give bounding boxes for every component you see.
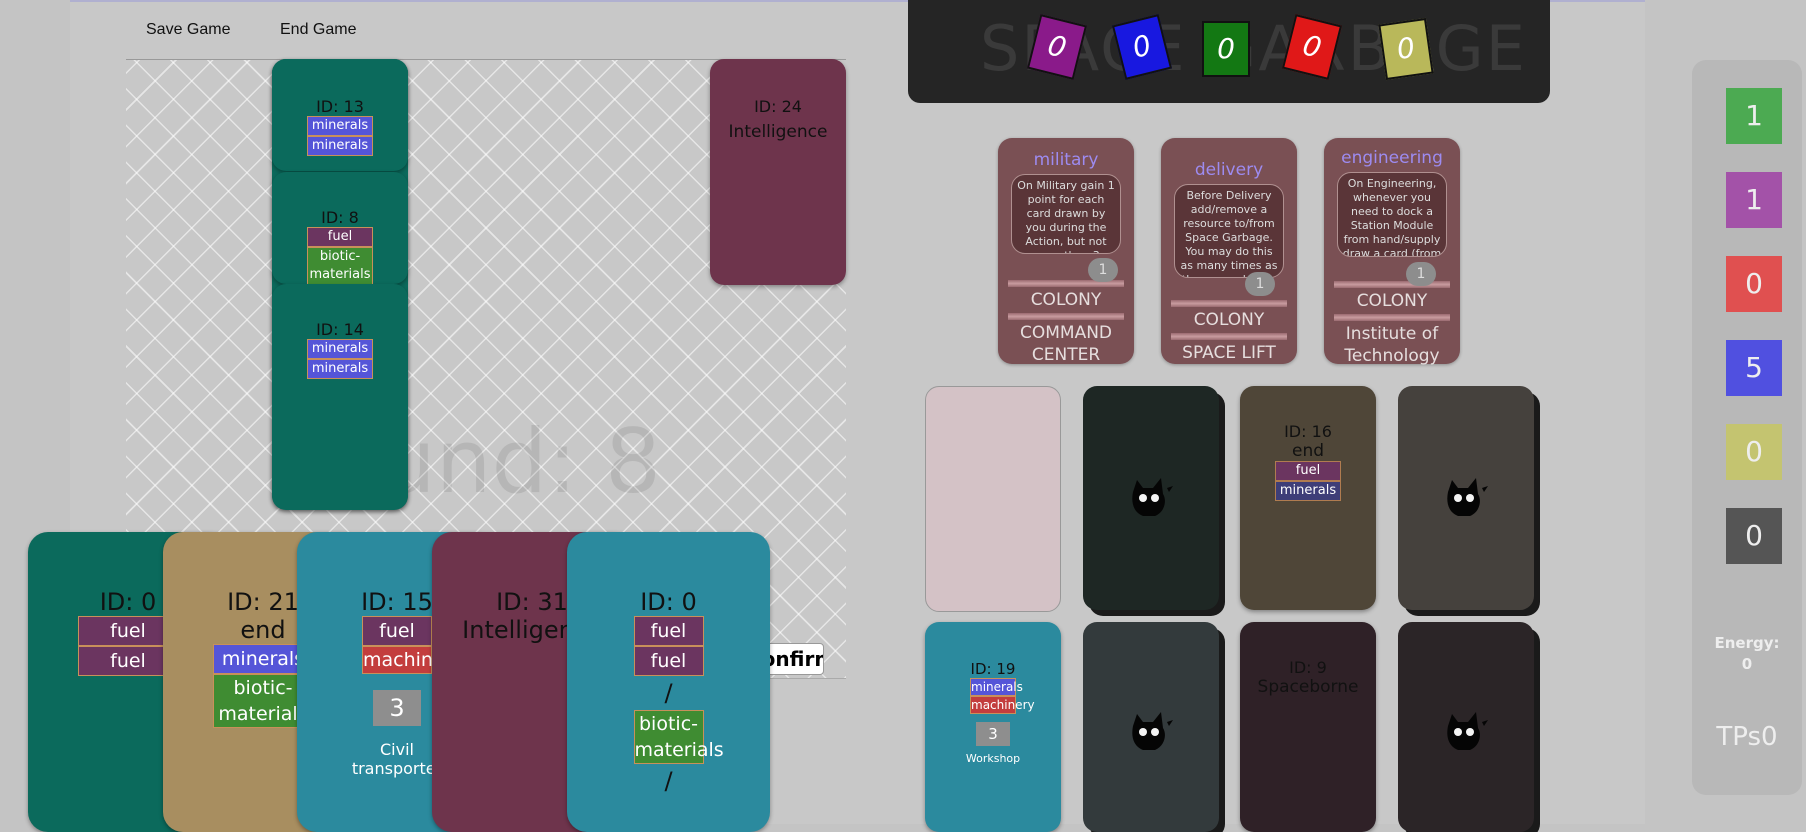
resource-minerals: minerals: [307, 136, 373, 156]
action-count-badge: 1: [1406, 262, 1436, 286]
card-id: ID: 0: [640, 588, 697, 616]
board-card-8[interactable]: ID: 8 fuel biotic-materials: [272, 172, 408, 284]
resource-biotic: biotic-materials: [307, 247, 373, 284]
supply-card-19[interactable]: ID: 19 minerals machinery 3 Workshop: [925, 622, 1061, 832]
colony-label: COLONY: [1356, 291, 1428, 311]
resource-machinery: machinery: [970, 696, 1035, 714]
colony-name: Institute of: [1345, 324, 1439, 344]
deck-pile[interactable]: [1398, 386, 1534, 610]
hand-card-0b[interactable]: ID: 0 fuel fuel / biotic-materials /: [567, 532, 770, 832]
card-name: Intelligence: [728, 122, 828, 142]
board-card-13[interactable]: ID: 13 minerals minerals: [272, 59, 408, 171]
divider: [1171, 333, 1287, 340]
cat-icon: [1438, 704, 1494, 760]
card-name: Spaceborne: [1257, 677, 1359, 697]
cost-badge: 3: [373, 690, 421, 726]
score-black: 0: [1726, 508, 1782, 564]
cat-icon: [1123, 470, 1179, 526]
deck-pile[interactable]: [1398, 622, 1534, 832]
resource-fuel: fuel: [633, 646, 704, 676]
card-name: end: [1291, 441, 1325, 461]
deck-pile[interactable]: [1083, 386, 1219, 610]
card-id: ID: 16: [1284, 422, 1332, 441]
resource-separator: /: [664, 767, 673, 795]
card-name: Workshop: [965, 752, 1021, 765]
action-count-badge: 1: [1245, 272, 1275, 296]
card-id: ID: 13: [316, 97, 364, 116]
action-name: military: [1033, 150, 1099, 170]
resource-biotic: biotic-materials: [633, 710, 724, 764]
energy-label: Energy:: [1714, 634, 1780, 652]
card-id: ID: 9: [1289, 658, 1327, 677]
supply-card-16[interactable]: ID: 16 end fuel minerals: [1240, 386, 1376, 610]
card-id: ID: 19: [970, 660, 1016, 678]
card-id: ID: 24: [754, 97, 802, 116]
action-count-badge: 1: [1088, 258, 1118, 282]
board-card-14[interactable]: ID: 14 minerals minerals: [272, 284, 408, 510]
resource-minerals: minerals: [970, 678, 1023, 696]
supply-card-9[interactable]: ID: 9 Spaceborne: [1240, 622, 1376, 832]
divider: [1334, 314, 1450, 321]
resource-fuel: fuel: [362, 616, 432, 646]
action-description: On Engineering, whenever you need to doc…: [1337, 172, 1447, 257]
colony-label: COLONY: [1030, 290, 1102, 310]
score-yellow: 0: [1726, 424, 1782, 480]
cat-icon: [1123, 704, 1179, 760]
action-name: engineering: [1341, 148, 1443, 168]
save-game-button[interactable]: Save Game: [140, 20, 236, 40]
round-indicator: und: 8: [380, 410, 662, 513]
action-description: On Military gain 1 point for each card d…: [1011, 174, 1121, 254]
resource-minerals: minerals: [307, 359, 373, 379]
action-name: delivery: [1194, 160, 1264, 180]
action-card-delivery[interactable]: delivery Before Delivery add/remove a re…: [1161, 138, 1297, 364]
resource-minerals: minerals: [1275, 481, 1341, 501]
resource-fuel: fuel: [1275, 461, 1341, 481]
end-game-button[interactable]: End Game: [274, 20, 362, 40]
colony-name: COMMAND: [1019, 323, 1113, 343]
empty-card-slot[interactable]: [925, 386, 1061, 612]
colony-name: CENTER: [1031, 345, 1101, 365]
action-card-engineering[interactable]: engineering On Engineering, whenever you…: [1324, 138, 1460, 366]
action-description: Before Delivery add/remove a resource to…: [1174, 184, 1284, 278]
colony-name: Technology: [1344, 346, 1440, 366]
resource-minerals: minerals: [307, 116, 373, 136]
score-red: 0: [1726, 256, 1782, 312]
resource-fuel: fuel: [307, 227, 373, 247]
energy-value: 0: [1741, 655, 1753, 673]
resource-fuel: fuel: [633, 616, 704, 646]
die-green[interactable]: 0: [1202, 21, 1250, 77]
card-id: ID: 8: [321, 208, 359, 227]
die-yellow[interactable]: 0: [1378, 17, 1434, 81]
resource-machinery: machinery: [362, 646, 464, 674]
action-card-military[interactable]: military On Military gain 1 point for ea…: [998, 138, 1134, 365]
score-blue: 5: [1726, 340, 1782, 396]
score-green: 1: [1726, 88, 1782, 144]
colony-label: COLONY: [1193, 310, 1265, 330]
colony-name: SPACE LIFT: [1182, 343, 1276, 363]
divider: [1008, 313, 1124, 320]
divider: [1171, 300, 1287, 307]
board-card-24[interactable]: ID: 24 Intelligence: [710, 59, 846, 285]
resource-separator: /: [664, 679, 673, 707]
cat-icon: [1438, 470, 1494, 526]
card-id: ID: 14: [316, 320, 364, 339]
cost-badge: 3: [976, 722, 1010, 746]
deck-pile[interactable]: [1083, 622, 1219, 832]
resource-minerals: minerals: [307, 339, 373, 359]
score-purple: 1: [1726, 172, 1782, 228]
tps-counter: TPs0: [1716, 722, 1778, 752]
